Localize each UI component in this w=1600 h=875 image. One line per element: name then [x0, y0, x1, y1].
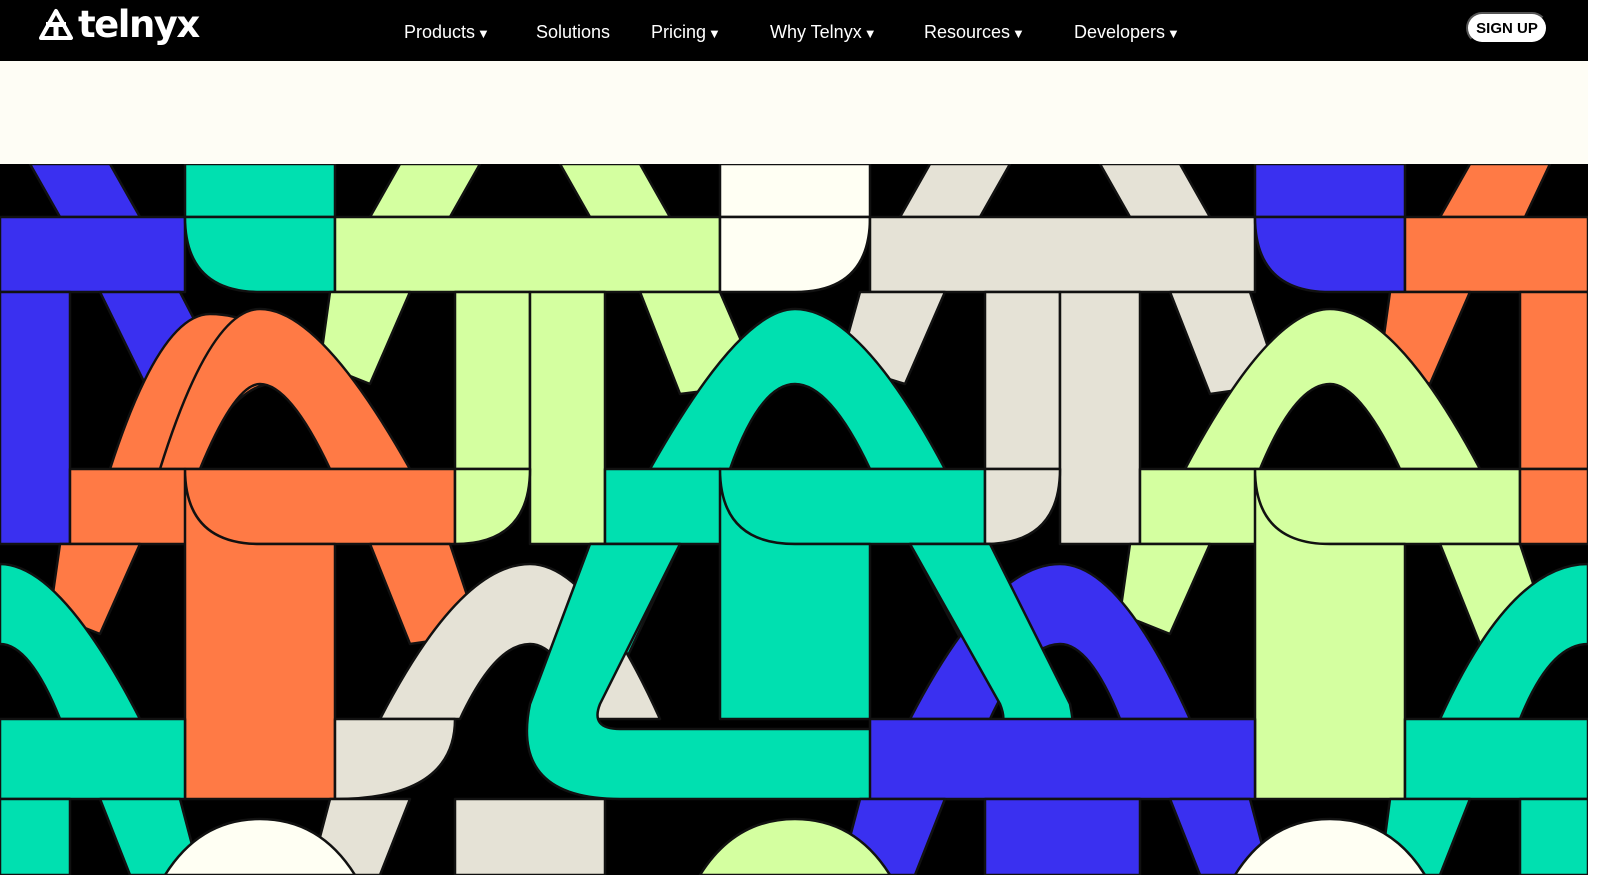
nav-products[interactable]: Products ▼ — [404, 19, 490, 45]
nav-developers-label: Developers — [1074, 21, 1166, 42]
hero-pattern-graphic — [0, 164, 1588, 875]
telnyx-logo[interactable]: telnyx — [38, 2, 200, 47]
nav-why-telnyx[interactable]: Why Telnyx ▼ — [770, 19, 877, 45]
nav-solutions[interactable]: Solutions — [536, 19, 610, 45]
nav-solutions-label: Solutions — [536, 21, 611, 42]
sign-up-button[interactable]: SIGN UP — [1466, 12, 1548, 44]
nav-why-telnyx-label: Why Telnyx — [770, 21, 862, 42]
chevron-down-icon: ▼ — [477, 25, 490, 41]
geometric-pattern-image — [0, 164, 1588, 875]
header-spacer-band — [0, 61, 1588, 164]
nav-products-label: Products — [404, 21, 476, 42]
nav-resources[interactable]: Resources ▼ — [924, 19, 1025, 45]
chevron-down-icon: ▼ — [1167, 25, 1180, 41]
chevron-down-icon: ▼ — [863, 25, 877, 41]
nav-developers[interactable]: Developers ▼ — [1074, 19, 1180, 45]
chevron-down-icon: ▼ — [708, 25, 721, 41]
nav-pricing-label: Pricing — [651, 21, 707, 42]
telnyx-logo-icon — [39, 9, 73, 40]
page-edge-strip — [1588, 0, 1600, 875]
nav-resources-label: Resources — [924, 21, 1011, 42]
nav-pricing[interactable]: Pricing ▼ — [651, 19, 721, 45]
top-navigation-bar: telnyx Products ▼ Solutions Pricing ▼ Wh… — [0, 0, 1588, 61]
brand-name: telnyx — [78, 2, 200, 46]
chevron-down-icon: ▼ — [1012, 25, 1025, 41]
